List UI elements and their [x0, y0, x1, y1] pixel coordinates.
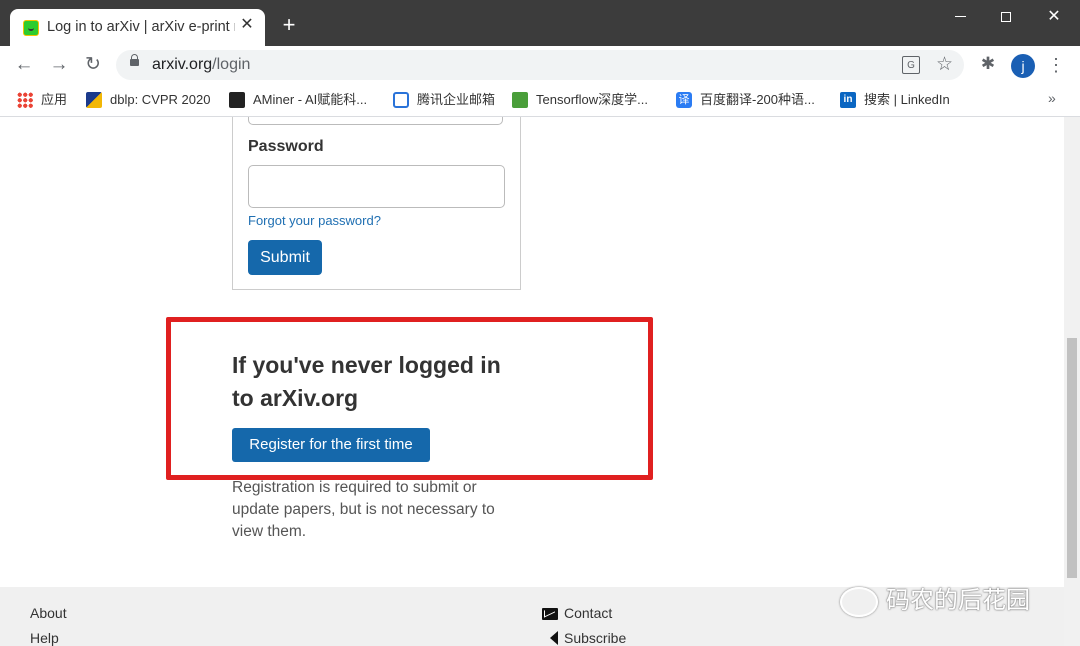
close-window-button[interactable]: ✕ [1034, 6, 1074, 28]
bookmark-apps[interactable]: 应用 [17, 91, 77, 109]
browser-toolbar: ← → ↻ arxiv.org/login G ☆ ✱ j ⋮ [0, 46, 1080, 84]
bookmark-tensorflow[interactable]: Tensorflow深度学... [512, 91, 662, 109]
extensions-puzzle-icon[interactable]: ✱ [978, 54, 998, 74]
submit-button[interactable]: Submit [248, 240, 322, 275]
baidu-translate-icon: 译 [676, 92, 692, 108]
bookmark-baidu-translate[interactable]: 译 百度翻译-200种语... [676, 91, 826, 109]
footer-help-link[interactable]: Help [30, 630, 59, 646]
password-label: Password [248, 138, 324, 155]
dblp-icon [86, 92, 102, 108]
forward-button[interactable]: → [46, 53, 72, 77]
tab-close-icon[interactable]: ✕ [237, 15, 257, 35]
login-card: Password Forgot your password? Submit [232, 117, 521, 290]
arxiv-favicon-icon [23, 20, 39, 36]
profile-avatar[interactable]: j [1011, 54, 1035, 78]
bookmarks-bar: 应用 dblp: CVPR 2020 AMiner - AI赋能科... 腾讯企… [0, 84, 1080, 117]
back-button[interactable]: ← [11, 53, 37, 77]
tencent-mail-icon [393, 92, 409, 108]
browser-menu-icon[interactable]: ⋮ [1046, 54, 1066, 76]
footer-contact-link[interactable]: Contact [564, 605, 612, 621]
watermark: 码农的后花园 [840, 581, 1030, 621]
bookmark-aminer[interactable]: AMiner - AI赋能科... [229, 91, 379, 109]
lock-icon[interactable] [130, 54, 139, 66]
scrollbar-thumb[interactable] [1067, 338, 1077, 578]
browser-tab[interactable]: Log in to arXiv | arXiv e-print r ✕ [10, 9, 265, 46]
aminer-icon [229, 92, 245, 108]
more-bookmarks-icon[interactable]: » [1048, 90, 1056, 106]
bookmark-linkedin[interactable]: in 搜索 | LinkedIn [840, 91, 960, 109]
envelope-icon [542, 608, 558, 620]
translate-icon[interactable]: G [902, 56, 920, 74]
registration-note: Registration is required to submit or up… [232, 479, 495, 540]
password-field[interactable] [248, 165, 505, 208]
apps-grid-icon [17, 92, 33, 108]
page-content: Password Forgot your password? Submit If… [0, 117, 1064, 646]
footer-subscribe-link[interactable]: Subscribe [564, 630, 626, 646]
page-scrollbar[interactable] [1064, 117, 1080, 646]
url-text[interactable]: arxiv.org/login [152, 56, 250, 74]
tensorflow-icon [512, 92, 528, 108]
forgot-password-link[interactable]: Forgot your password? [248, 213, 381, 228]
minimize-button[interactable] [940, 6, 980, 28]
linkedin-icon: in [840, 92, 856, 108]
register-button[interactable]: Register for the first time [232, 428, 430, 462]
tab-title: Log in to arXiv | arXiv e-print r [47, 19, 235, 35]
bookmark-tencent-mail[interactable]: 腾讯企业邮箱 [393, 91, 503, 109]
reload-button[interactable]: ↻ [80, 53, 106, 77]
bookmark-dblp[interactable]: dblp: CVPR 2020 [86, 91, 216, 109]
wechat-icon [840, 586, 878, 617]
bookmark-star-icon[interactable]: ☆ [936, 53, 953, 76]
username-field[interactable] [248, 117, 503, 125]
title-bar: Log in to arXiv | arXiv e-print r ✕ + ✕ [0, 0, 1080, 46]
new-tab-button[interactable]: + [277, 13, 301, 37]
footer-about-link[interactable]: About [30, 605, 67, 621]
paper-plane-icon [542, 631, 558, 645]
maximize-button[interactable] [986, 6, 1026, 28]
register-heading: If you've never logged in to arXiv.org [232, 352, 501, 411]
address-bar[interactable]: arxiv.org/login G ☆ [116, 50, 964, 80]
